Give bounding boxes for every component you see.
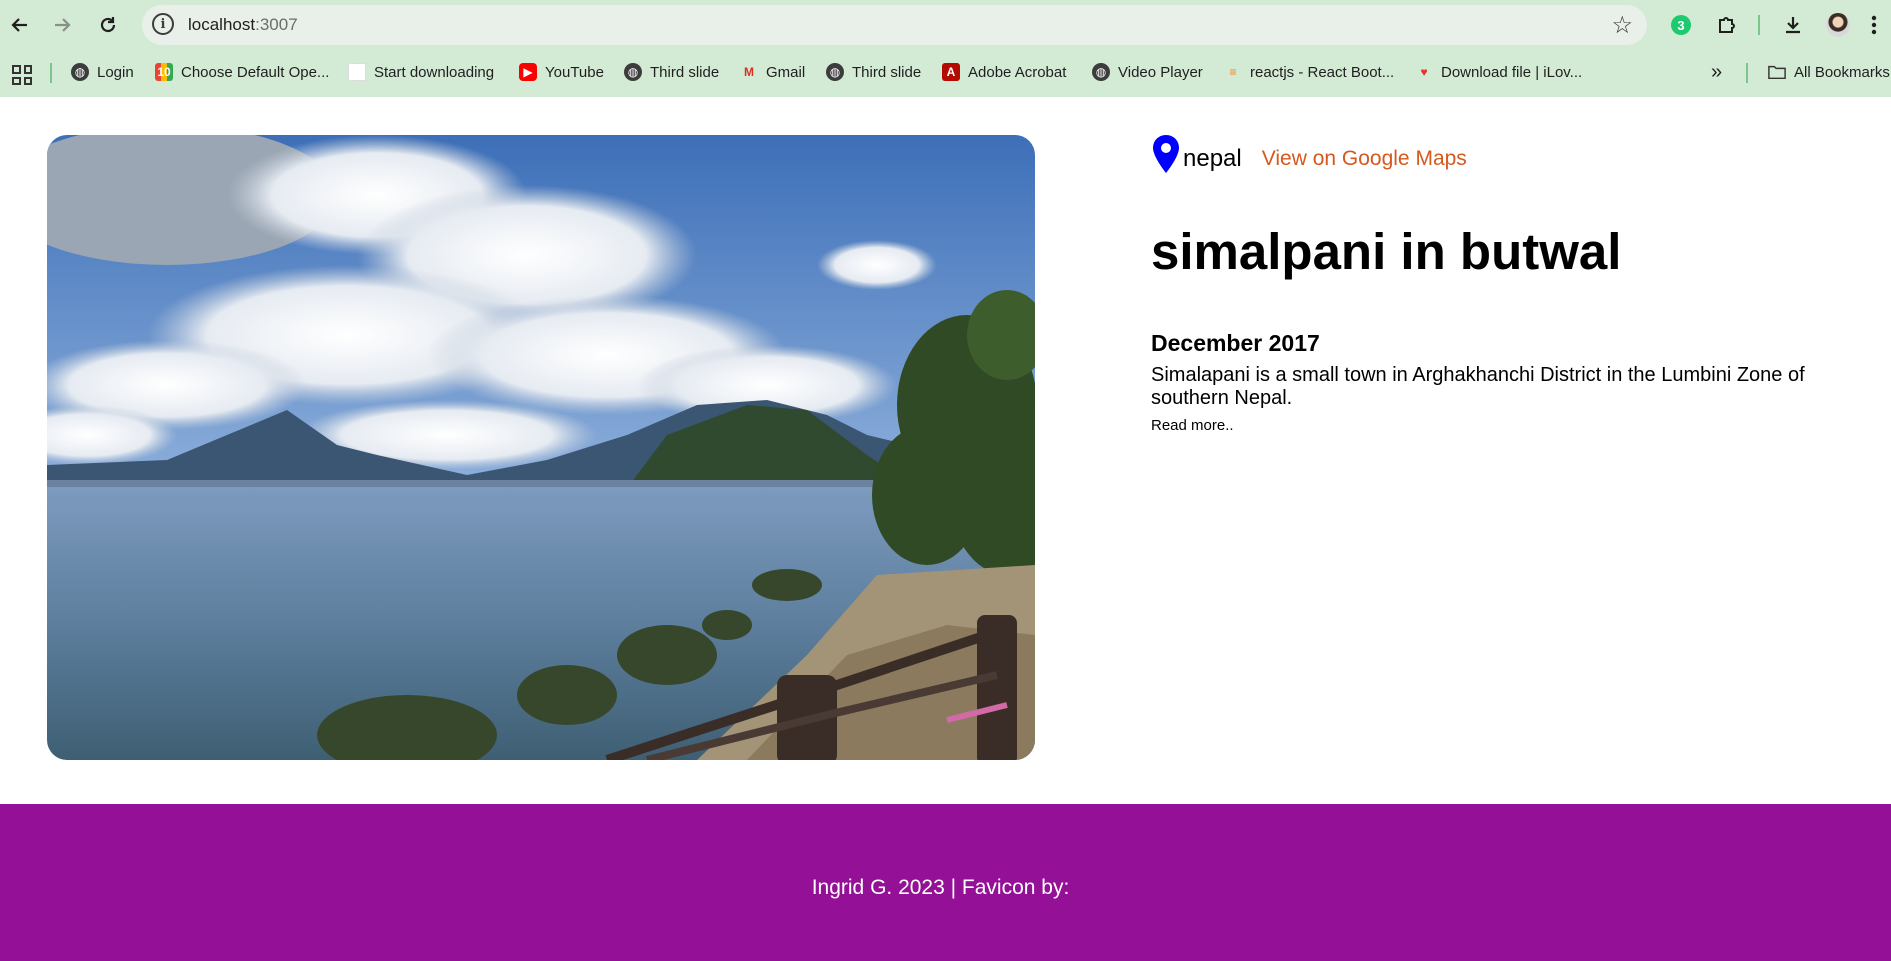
apps-grid-icon[interactable] — [12, 65, 32, 85]
google-maps-link[interactable]: View on Google Maps — [1262, 144, 1467, 174]
back-button[interactable] — [4, 9, 36, 41]
forward-button[interactable] — [46, 9, 78, 41]
bookmark-choose-default[interactable]: 10 Choose Default Ope... — [155, 59, 329, 85]
youtube-icon: ▶ — [519, 63, 537, 81]
profile-avatar[interactable] — [1823, 10, 1853, 40]
browser-toolbar: i localhost:3007 ☆ 3 — [0, 0, 1891, 50]
bookmarks-divider-right — [1746, 63, 1748, 83]
all-bookmarks-button[interactable]: All Bookmarks — [1768, 59, 1890, 85]
bookmark-video-player[interactable]: ◍ Video Player — [1092, 59, 1203, 85]
bookmark-star-icon[interactable]: ☆ — [1611, 11, 1633, 40]
map-pin-icon — [1153, 135, 1179, 173]
blank-page-icon — [348, 63, 366, 81]
bookmarks-overflow-button[interactable]: » — [1711, 59, 1722, 85]
bookmark-youtube[interactable]: ▶ YouTube — [519, 59, 604, 85]
folder-icon — [1768, 63, 1786, 81]
place-description: Simalapani is a small town in Arghakhanc… — [1151, 364, 1805, 409]
downloads-icon[interactable] — [1778, 10, 1808, 40]
browser-menu-icon[interactable] — [1864, 10, 1884, 40]
extension-counter-icon[interactable]: 3 — [1666, 10, 1696, 40]
forward-arrow-icon — [55, 18, 71, 32]
bookmark-login[interactable]: ◍ Login — [71, 59, 134, 85]
globe-icon: ◍ — [71, 63, 89, 81]
footer-credit: Ingrid G. 2023 | Favicon by: — [811, 876, 1070, 899]
globe-icon: ◍ — [826, 63, 844, 81]
pdf-icon: A — [942, 63, 960, 81]
stackoverflow-icon: ≡ — [1229, 65, 1237, 79]
visit-date: December 2017 — [1151, 330, 1320, 356]
page-footer: Ingrid G. 2023 | Favicon by: — [0, 804, 1891, 961]
country-label: nepal — [1183, 145, 1242, 172]
bookmarks-divider — [50, 63, 52, 83]
globe-icon: ◍ — [1092, 63, 1110, 81]
lake-landscape-image — [47, 135, 1035, 760]
read-more-link[interactable]: Read more.. — [1151, 417, 1234, 434]
place-title: simalpani in butwal — [1151, 223, 1622, 280]
bookmark-gmail[interactable]: M Gmail — [740, 59, 805, 85]
toolbar-divider — [1758, 15, 1760, 35]
back-arrow-icon — [11, 18, 27, 32]
reload-button[interactable] — [92, 9, 124, 41]
bookmark-third-slide-1[interactable]: ◍ Third slide — [624, 59, 719, 85]
heart-icon: ♥ — [1420, 65, 1428, 79]
place-photo — [47, 135, 1035, 760]
location-row: nepal View on Google Maps — [1151, 134, 1467, 174]
bookmarks-bar: ◍ Login 10 Choose Default Ope... Start dow… — [0, 55, 1891, 89]
extensions-puzzle-icon[interactable] — [1712, 10, 1742, 40]
globe-icon: ◍ — [624, 63, 642, 81]
bookmark-start-downloading[interactable]: Start downloading — [348, 59, 494, 85]
app-icon: 10 — [155, 63, 173, 81]
site-info-icon[interactable]: i — [152, 13, 174, 35]
browser-chrome: i localhost:3007 ☆ 3 ◍ Login 10 Choose Def… — [0, 0, 1891, 97]
bookmark-download-file[interactable]: ♥ Download file | iLov... — [1415, 59, 1582, 85]
bookmark-third-slide-2[interactable]: ◍ Third slide — [826, 59, 921, 85]
url-text[interactable]: localhost:3007 — [188, 15, 298, 35]
gmail-icon: M — [744, 65, 754, 79]
reload-icon — [100, 17, 116, 33]
address-bar[interactable]: i localhost:3007 ☆ — [142, 5, 1647, 45]
bookmark-reactjs[interactable]: ≡ reactjs - React Boot... — [1224, 59, 1394, 85]
bookmark-adobe-acrobat[interactable]: A Adobe Acrobat — [942, 59, 1066, 85]
